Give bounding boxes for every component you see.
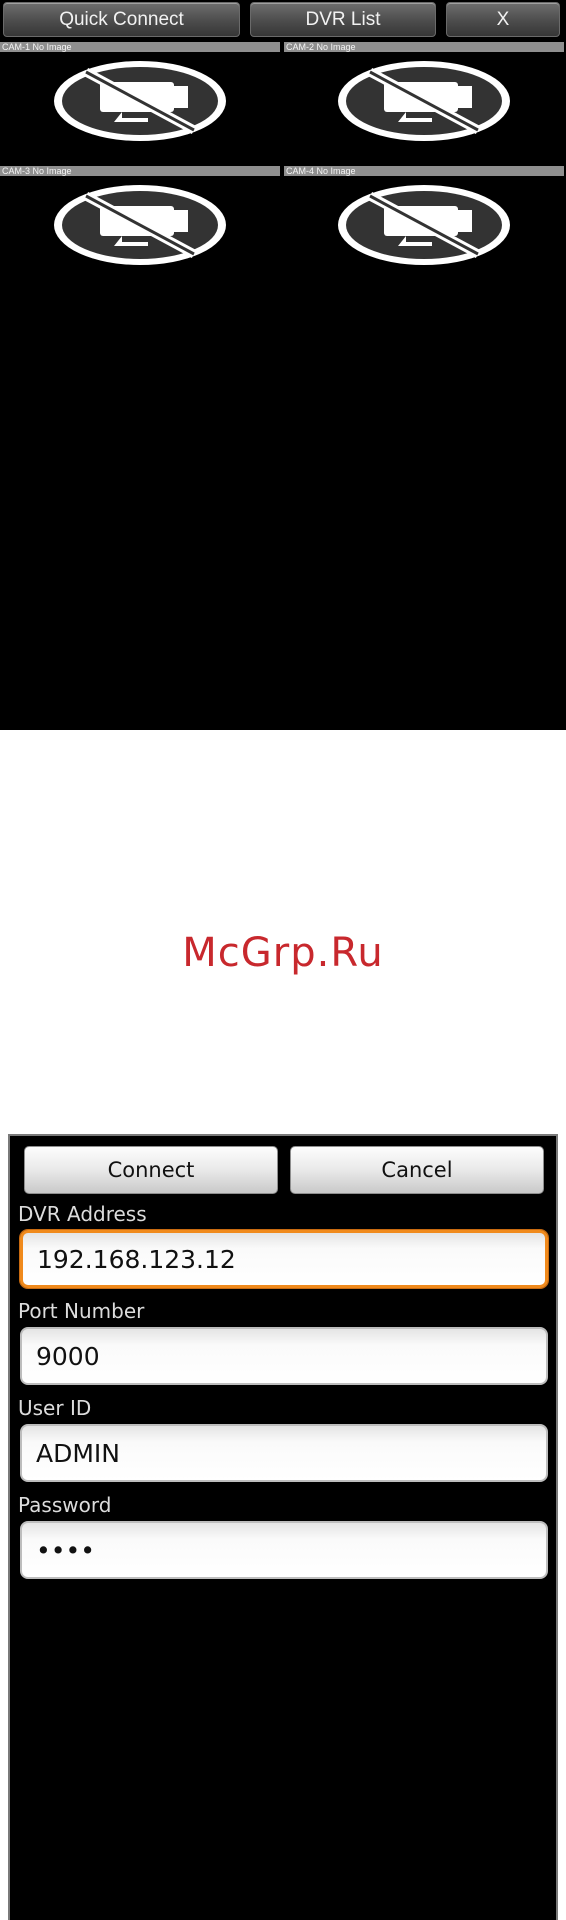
dvr-viewer-screen: Quick Connect DVR List X CAM-1 No Image … [0,0,566,730]
camera-cell-1[interactable]: CAM-1 No Image [0,42,280,162]
camera-label: CAM-3 No Image [0,166,280,176]
cancel-button[interactable]: Cancel [290,1146,544,1194]
no-camera-icon [338,61,510,141]
close-button[interactable]: X [446,2,560,37]
dvr-address-label: DVR Address [18,1202,147,1226]
camera-label: CAM-4 No Image [284,166,564,176]
quick-connect-button[interactable]: Quick Connect [3,2,240,37]
password-input[interactable]: •••• [20,1521,548,1579]
connect-button[interactable]: Connect [24,1146,278,1194]
user-id-input[interactable]: ADMIN [20,1424,548,1482]
watermark-text: McGrp.Ru [182,930,384,976]
quick-connect-form: Connect Cancel DVR Address 192.168.123.1… [8,1134,558,1920]
password-label: Password [18,1493,112,1517]
user-id-label: User ID [18,1396,92,1420]
camera-cell-4[interactable]: CAM-4 No Image [284,166,564,286]
dvr-address-input[interactable]: 192.168.123.12 [20,1230,548,1288]
port-number-input[interactable]: 9000 [20,1327,548,1385]
camera-cell-3[interactable]: CAM-3 No Image [0,166,280,286]
no-camera-icon [338,185,510,265]
camera-label: CAM-2 No Image [284,42,564,52]
no-camera-icon [54,61,226,141]
no-camera-icon [54,185,226,265]
camera-cell-2[interactable]: CAM-2 No Image [284,42,564,162]
port-number-label: Port Number [18,1299,145,1323]
dvr-list-button[interactable]: DVR List [250,2,436,37]
camera-label: CAM-1 No Image [0,42,280,52]
